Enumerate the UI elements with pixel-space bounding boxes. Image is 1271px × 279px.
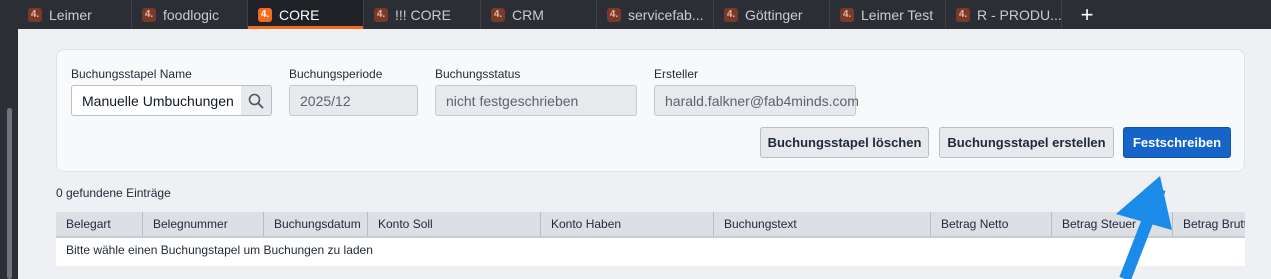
tab-label: servicefab... xyxy=(628,6,704,23)
new-tab-button[interactable]: + xyxy=(1062,0,1112,29)
column-header[interactable]: Belegnummer xyxy=(143,212,264,236)
scrollbar-thumb[interactable] xyxy=(7,108,12,279)
entries-count: 0 gefundene Einträge xyxy=(56,186,171,200)
column-header[interactable]: Belegart xyxy=(56,212,143,236)
tab-leimer[interactable]: 4. Leimer xyxy=(18,0,132,29)
bookings-table: Belegart Belegnummer Buchungsdatum Konto… xyxy=(56,212,1245,266)
app-logo-icon: 4. xyxy=(142,7,156,22)
app-logo-icon: 4. xyxy=(28,7,42,22)
batch-name-label: Buchungsstapel Name xyxy=(71,67,192,81)
app-logo-icon: 4. xyxy=(374,7,388,22)
tab-goettinger[interactable]: 4. Göttinger xyxy=(714,0,830,29)
tab-servicefab[interactable]: 4. servicefab... xyxy=(597,0,714,29)
batch-form-card: Buchungsstapel Name Manuelle Umbuchungen… xyxy=(56,49,1245,172)
tab-label: foodlogic xyxy=(163,6,220,23)
tab-bar: 4. Leimer 4. foodlogic 4. CORE 4. !!! CO… xyxy=(18,0,1271,29)
app-logo-icon: 4. xyxy=(724,7,738,22)
tab-label: CRM xyxy=(512,6,544,23)
tab-core[interactable]: 4. CORE xyxy=(248,0,364,29)
period-field: 2025/12 xyxy=(289,85,418,116)
app-logo-icon: 4. xyxy=(840,7,854,22)
period-label: Buchungsperiode xyxy=(289,67,383,81)
tab-label: !!! CORE xyxy=(395,6,452,23)
creator-label: Ersteller xyxy=(654,67,699,81)
batch-name-input[interactable]: Manuelle Umbuchungen xyxy=(71,85,242,116)
tab-label: Leimer xyxy=(49,6,92,23)
column-header[interactable]: Betrag Brutto xyxy=(1173,212,1245,236)
column-header[interactable]: Buchungsdatum xyxy=(264,212,368,236)
status-field: nicht festgeschrieben xyxy=(435,85,637,116)
column-header[interactable]: Konto Soll xyxy=(368,212,541,236)
tab-core-2[interactable]: 4. !!! CORE xyxy=(364,0,481,29)
table-header: Belegart Belegnummer Buchungsdatum Konto… xyxy=(56,212,1245,238)
tab-foodlogic[interactable]: 4. foodlogic xyxy=(132,0,248,29)
create-batch-button[interactable]: Buchungsstapel erstellen xyxy=(939,127,1114,158)
creator-field: harald.falkner@fab4minds.com xyxy=(654,85,859,116)
status-label: Buchungsstatus xyxy=(435,67,521,81)
app-logo-icon: 4. xyxy=(491,7,505,22)
tab-label: Leimer Test xyxy=(861,6,934,23)
left-scroll-gutter xyxy=(0,0,18,279)
search-icon xyxy=(248,93,264,108)
tab-crm[interactable]: 4. CRM xyxy=(481,0,597,29)
commit-button[interactable]: Festschreiben xyxy=(1123,127,1231,158)
column-header[interactable]: Betrag Steuer xyxy=(1052,212,1173,236)
column-header[interactable]: Buchungstext xyxy=(714,212,931,236)
search-button[interactable] xyxy=(241,85,272,116)
tab-r-produ[interactable]: 4. R - PRODU... xyxy=(946,0,1062,29)
app-logo-icon: 4. xyxy=(607,7,621,22)
tab-label: R - PRODU... xyxy=(977,6,1062,23)
tab-label: Göttinger xyxy=(745,6,803,23)
tab-label: CORE xyxy=(279,6,320,23)
tab-leimer-test[interactable]: 4. Leimer Test xyxy=(830,0,946,29)
column-header[interactable]: Konto Haben xyxy=(541,212,714,236)
column-header[interactable]: Betrag Netto xyxy=(931,212,1052,236)
app-logo-icon: 4. xyxy=(258,7,272,22)
table-empty-message: Bitte wähle einen Buchungstapel um Buchu… xyxy=(66,243,373,257)
app-logo-icon: 4. xyxy=(956,7,970,22)
delete-batch-button[interactable]: Buchungsstapel löschen xyxy=(760,127,929,158)
